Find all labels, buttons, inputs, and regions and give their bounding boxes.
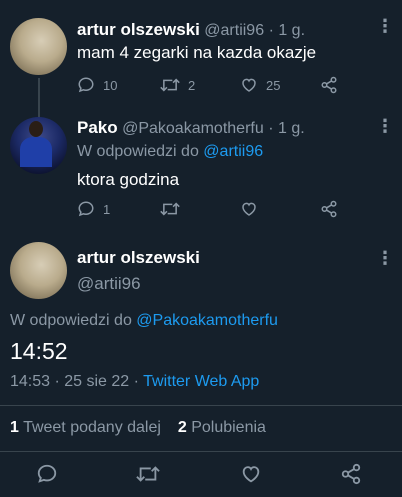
reply-prefix: W odpowiedzi do bbox=[10, 312, 137, 329]
retweet-button[interactable]: 2 bbox=[160, 76, 195, 94]
author-handle[interactable]: @Pakoakamotherfu bbox=[122, 120, 264, 137]
like-button[interactable] bbox=[240, 200, 258, 218]
more-icon[interactable]: ⋮ bbox=[376, 249, 394, 267]
reply-icon bbox=[37, 464, 57, 483]
more-icon[interactable]: ⋮ bbox=[376, 117, 394, 135]
avatar-figure-head bbox=[29, 121, 43, 137]
share-button[interactable] bbox=[320, 76, 338, 94]
retweet-count: 2 bbox=[188, 77, 196, 93]
retweet-button[interactable] bbox=[136, 463, 160, 485]
timestamp-date[interactable]: 14:53 · 25 sie 22 · bbox=[10, 373, 143, 390]
share-icon bbox=[321, 76, 337, 94]
share-button[interactable] bbox=[340, 463, 362, 485]
retweet-button[interactable] bbox=[160, 200, 180, 218]
tweet-timestamp: 14:53 · 25 sie 22 · Twitter Web App bbox=[10, 373, 259, 391]
reply-count: 10 bbox=[103, 77, 118, 93]
retweet-icon bbox=[160, 78, 180, 92]
heart-icon bbox=[242, 466, 260, 483]
reply-to-link[interactable]: @Pakoakamotherfu bbox=[136, 312, 278, 329]
tweet-time[interactable]: · 1 g. bbox=[268, 120, 304, 137]
retweet-icon bbox=[136, 466, 160, 482]
divider bbox=[0, 405, 402, 406]
retweet-icon bbox=[160, 202, 180, 216]
more-icon[interactable]: ⋮ bbox=[376, 17, 394, 35]
author-name[interactable]: artur olszewski bbox=[77, 248, 200, 268]
tweet-header: Pako @Pakoakamotherfu · 1 g. bbox=[77, 118, 367, 138]
tweet-text: ktora godzina bbox=[77, 170, 180, 189]
reply-to-link[interactable]: @artii96 bbox=[203, 143, 263, 160]
reply-button[interactable]: 1 bbox=[77, 200, 110, 218]
avatar[interactable] bbox=[10, 117, 67, 174]
retweet-stat[interactable]: 1 Tweet podany dalej bbox=[10, 419, 161, 436]
like-button[interactable]: 25 bbox=[240, 76, 280, 94]
author-name[interactable]: Pako bbox=[77, 118, 118, 137]
reply-count: 1 bbox=[103, 201, 111, 217]
author-name[interactable]: artur olszewski bbox=[77, 20, 200, 39]
tweet-time[interactable]: · 1 g. bbox=[269, 22, 305, 39]
like-stat-count: 2 bbox=[177, 419, 187, 436]
reply-context: W odpowiedzi do @artii96 bbox=[77, 143, 263, 161]
like-count: 25 bbox=[266, 77, 281, 93]
avatar[interactable] bbox=[10, 242, 67, 299]
like-stat-label: Polubienia bbox=[186, 419, 266, 436]
author-handle[interactable]: @artii96 bbox=[204, 22, 264, 39]
retweet-stat-label: Tweet podany dalej bbox=[18, 419, 161, 436]
like-button[interactable] bbox=[240, 463, 262, 485]
reply-button[interactable] bbox=[36, 463, 58, 485]
share-icon bbox=[321, 200, 337, 218]
share-button[interactable] bbox=[320, 200, 338, 218]
tweet-text: 14:52 bbox=[10, 338, 68, 364]
reply-button[interactable]: 10 bbox=[77, 76, 117, 94]
share-icon bbox=[341, 463, 361, 485]
reply-context: W odpowiedzi do @Pakoakamotherfu bbox=[10, 312, 278, 330]
divider bbox=[0, 451, 402, 452]
reply-icon bbox=[78, 201, 94, 217]
reply-prefix: W odpowiedzi do bbox=[77, 143, 204, 160]
author-handle[interactable]: @artii96 bbox=[77, 274, 141, 294]
heart-icon bbox=[242, 202, 256, 216]
reply-icon bbox=[78, 77, 94, 93]
avatar[interactable] bbox=[10, 18, 67, 75]
avatar-figure-shirt bbox=[20, 137, 52, 167]
tweet-stats: 1 Tweet podany dalej 2 Polubienia bbox=[10, 419, 266, 437]
retweet-stat-count: 1 bbox=[10, 419, 19, 436]
heart-icon bbox=[242, 78, 256, 92]
tweet-text: mam 4 zegarki na kazda okazje bbox=[77, 43, 317, 62]
source-link[interactable]: Twitter Web App bbox=[143, 373, 259, 390]
tweet-header: artur olszewski @artii96 · 1 g. bbox=[77, 20, 367, 40]
thread-line bbox=[38, 78, 40, 118]
like-stat[interactable]: 2 Polubienia bbox=[178, 419, 266, 436]
